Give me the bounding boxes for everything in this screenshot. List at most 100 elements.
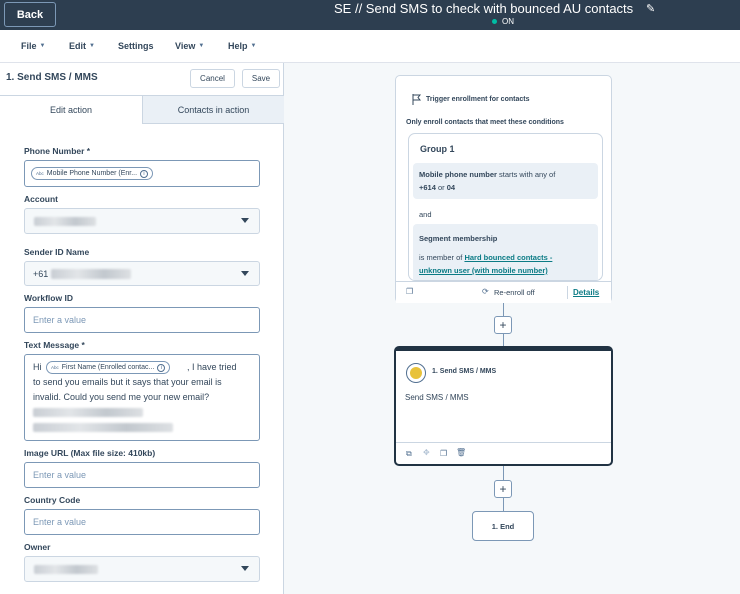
end-node[interactable]: 1. End [472,511,534,541]
phone-number-label: Phone Number * [24,146,91,156]
text-type-icon: Abc [36,171,44,176]
chevron-down-icon: ▼ [198,43,205,49]
workflow-status: ON [492,17,514,26]
message-line3: invalid. Could you send me your new emai… [33,392,210,402]
redacted-value [51,269,131,279]
info-icon[interactable]: i [157,363,166,372]
action-name: 1. Send SMS / MMS [432,368,497,375]
workflow-title: SE // Send SMS to check with bounced AU … [334,1,634,16]
info-icon[interactable]: i [140,169,149,178]
trigger-subtitle: Only enroll contacts that meet these con… [406,119,564,126]
redacted-value [34,217,96,226]
add-action-button[interactable]: + [494,316,512,334]
top-bar: Back SE // Send SMS to check with bounce… [0,0,740,30]
segment-link[interactable]: Hard bounced contacts - [464,253,552,262]
menu-view[interactable]: View ▼ [175,41,204,51]
trigger-card[interactable]: Trigger enrollment for contacts Only enr… [395,75,612,303]
segment-line2: unknown user (with mobile number) [419,266,548,275]
connector-line [503,303,504,316]
segment-title: Segment membership [419,234,498,243]
and-label: and [419,210,432,219]
image-url-placeholder: Enter a value [33,470,87,480]
chevron-down-icon: ▼ [39,43,46,49]
condition-phone: Mobile phone number starts with any of +… [413,163,598,199]
menu-bar: File ▼ Edit ▼ Settings View ▼ Help ▼ [0,30,740,63]
owner-label: Owner [24,542,51,552]
menu-file[interactable]: File ▼ [21,41,45,51]
token-label: Mobile Phone Number (Enr... [46,170,138,177]
redacted-value [34,565,98,574]
cancel-button[interactable]: Cancel [190,69,235,88]
caret-down-icon [241,218,249,223]
trash-icon[interactable]: 🗑 [456,448,466,457]
action-footer: ⧉ ✥ ❐ 🗑 [396,442,611,465]
clipboard-icon[interactable]: ❐ [406,287,413,296]
group-box: Group 1 Mobile phone number starts with … [408,133,603,281]
action-description: Send SMS / MMS [405,393,469,402]
save-button[interactable]: Save [242,69,280,88]
flag-icon [412,94,422,105]
text-message-label: Text Message * [24,340,85,350]
reenroll-status[interactable]: Re-enroll off [494,288,535,297]
panel-title: 1. Send SMS / MMS [6,72,98,83]
redacted-text [33,423,173,432]
sender-id-prefix: +61 [33,269,49,279]
segment-line1: is member of Hard bounced contacts - [419,253,553,262]
condition-segment: Segment membership is member of Hard bou… [413,224,598,280]
copy-icon[interactable]: ⧉ [406,449,412,459]
text-message-input[interactable]: Hi Abc First Name (Enrolled contac... i … [24,354,260,441]
panel-header: 1. Send SMS / MMS Cancel Save [0,63,284,95]
segment-link[interactable]: unknown user (with mobile number) [419,266,548,275]
trigger-title-text: Trigger enrollment for contacts [426,96,530,103]
condition-phone-line1: Mobile phone number starts with any of [419,170,556,179]
image-url-label: Image URL (Max file size: 410kb) [24,448,156,458]
tab-edit-action[interactable]: Edit action [0,95,142,124]
action-panel: 1. Send SMS / MMS Cancel Save Edit actio… [0,63,284,594]
group-title: Group 1 [420,144,455,154]
details-link[interactable]: Details [573,288,599,297]
caret-down-icon [241,271,249,276]
message-line2: to send you emails but it says that your… [33,377,222,387]
trigger-footer: ❐ ⟳ Re-enroll off Details [396,281,611,303]
image-url-input[interactable]: Enter a value [24,462,260,488]
phone-number-field[interactable]: Abc Mobile Phone Number (Enr... i [24,160,260,187]
action-card[interactable]: 1. Send SMS / MMS Send SMS / MMS ⧉ ✥ ❐ 🗑 [394,346,613,466]
message-line1-rest: , I have tried [187,362,237,372]
workflow-id-placeholder: Enter a value [33,315,87,325]
status-dot-icon [492,19,497,24]
pencil-icon[interactable]: ✎ [646,2,655,15]
sms-app-icon [406,363,426,383]
add-action-button[interactable]: + [494,480,512,498]
connector-line [503,466,504,480]
menu-edit[interactable]: Edit ▼ [69,41,95,51]
back-button[interactable]: Back [4,2,56,27]
sender-id-label: Sender ID Name [24,247,90,257]
sender-id-select[interactable]: +61 [24,261,260,286]
workflow-canvas[interactable]: Trigger enrollment for contacts Only enr… [285,63,740,594]
country-code-label: Country Code [24,495,81,505]
chevron-down-icon: ▼ [89,43,95,49]
phone-number-token[interactable]: Abc Mobile Phone Number (Enr... i [31,167,154,180]
refresh-icon: ⟳ [482,287,489,296]
clipboard-icon[interactable]: ❐ [440,449,447,458]
account-select[interactable] [24,208,260,234]
text-type-icon: Abc [51,365,59,370]
menu-help[interactable]: Help ▼ [228,41,256,51]
connector-line [503,498,504,511]
token-label: First Name (Enrolled contac... [61,364,155,371]
move-icon[interactable]: ✥ [423,448,430,457]
condition-phone-line2: +614 or 04 [419,183,456,192]
country-code-placeholder: Enter a value [33,517,87,527]
first-name-token[interactable]: Abc First Name (Enrolled contac... i [46,361,171,374]
workflow-id-label: Workflow ID [24,293,73,303]
tab-contacts-in-action[interactable]: Contacts in action [142,95,284,124]
country-code-input[interactable]: Enter a value [24,509,260,535]
menu-settings[interactable]: Settings [118,41,154,51]
account-label: Account [24,194,58,204]
status-text: ON [502,17,514,26]
chevron-down-icon: ▼ [250,43,257,49]
trigger-title: Trigger enrollment for contacts [412,94,529,105]
caret-down-icon [241,566,249,571]
workflow-id-input[interactable]: Enter a value [24,307,260,333]
owner-select[interactable] [24,556,260,582]
